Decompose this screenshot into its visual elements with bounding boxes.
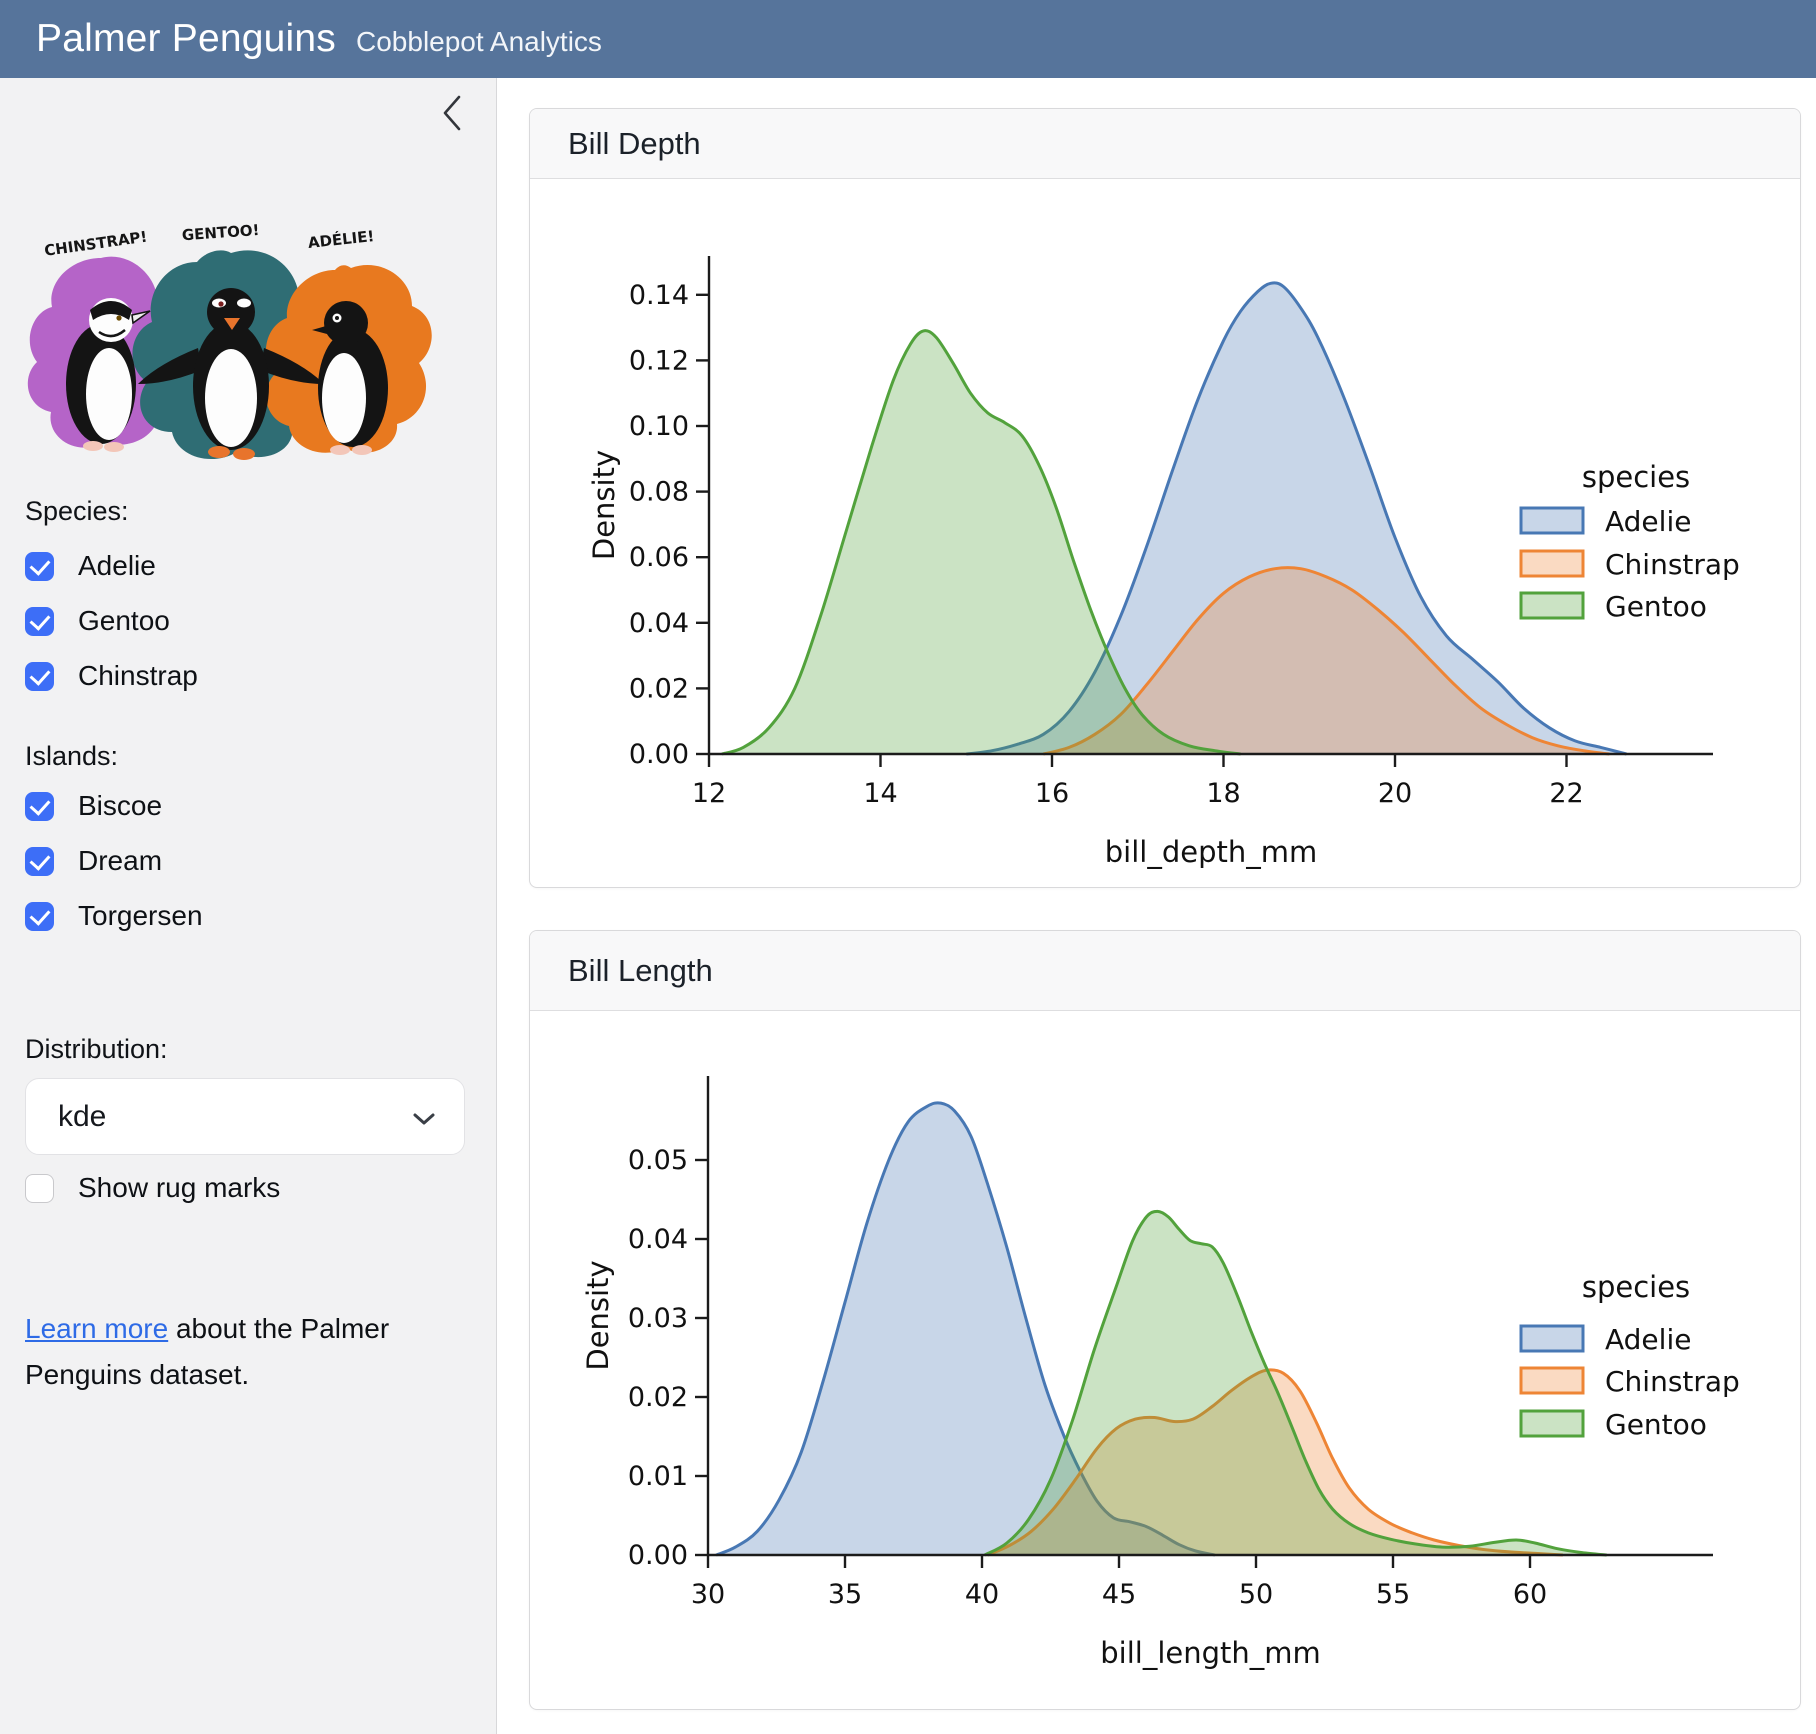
legend-title: species: [1582, 460, 1690, 494]
y-tick-label: 0.01: [628, 1461, 688, 1492]
chinstrap-checkbox[interactable]: [25, 662, 54, 691]
legend-swatch-adelie: [1521, 1326, 1583, 1351]
adelie-checkbox[interactable]: [25, 552, 54, 581]
gentoo-caption: GENTOO!: [181, 221, 260, 244]
legend-swatch-chinstrap: [1521, 1368, 1583, 1393]
legend-swatch-gentoo: [1521, 593, 1583, 618]
x-tick-label: 30: [691, 1579, 725, 1610]
bill-depth-plot: 12 14 16 18 20 22 0.00 0.02 0.04 0.06 0.08 0.10 0.12…: [530, 179, 1800, 888]
distribution-selected-value: kde: [58, 1100, 106, 1134]
bill-depth-card-header: Bill Depth: [530, 109, 1800, 179]
checkbox-row-chinstrap[interactable]: Chinstrap: [25, 660, 198, 692]
rug-marks-label: Show rug marks: [78, 1172, 280, 1204]
y-tick-label: 0.02: [628, 1382, 688, 1413]
sidebar: CHINSTRAP! GENTOO! ADÉLIE! Species: Adel…: [0, 78, 497, 1734]
y-tick-label: 0.08: [629, 477, 689, 508]
dream-checkbox[interactable]: [25, 847, 54, 876]
legend-label-chinstrap: Chinstrap: [1605, 548, 1740, 581]
x-tick-label: 22: [1549, 778, 1583, 809]
x-tick-label: 50: [1239, 1579, 1273, 1610]
legend-title: species: [1582, 1270, 1690, 1304]
legend-label-adelie: Adelie: [1605, 505, 1691, 538]
gentoo-checkbox-label: Gentoo: [78, 605, 170, 637]
x-tick-label: 45: [1102, 1579, 1136, 1610]
checkbox-row-biscoe[interactable]: Biscoe: [25, 790, 162, 822]
checkbox-row-torgersen[interactable]: Torgersen: [25, 900, 203, 932]
y-tick-label: 0.02: [629, 673, 689, 704]
x-tick-label: 60: [1513, 1579, 1547, 1610]
legend-label-gentoo: Gentoo: [1605, 1408, 1707, 1441]
bill_length_mm-svg: 30 35 40 45 50 55 60 0.00 0.01 0.02 0.03 0.04 0.05 bi…: [530, 1011, 1800, 1710]
y-tick-label: 0.10: [629, 411, 689, 442]
x-tick-label: 18: [1206, 778, 1240, 809]
y-tick-label: 0.04: [628, 1224, 688, 1255]
penguin-artwork: CHINSTRAP! GENTOO! ADÉLIE!: [16, 196, 446, 471]
x-tick-label: 16: [1035, 778, 1069, 809]
rug-marks-checkbox[interactable]: [25, 1174, 54, 1203]
rug-marks-row[interactable]: Show rug marks: [25, 1172, 280, 1204]
x-tick-label: 35: [828, 1579, 862, 1610]
y-tick-label: 0.05: [628, 1145, 688, 1176]
x-tick-label: 12: [692, 778, 726, 809]
gentoo-checkbox[interactable]: [25, 607, 54, 636]
bill-depth-card: Bill Depth 12 14 16 18 20 22 0.00 0.02 0.04 0.06 0…: [529, 108, 1801, 888]
y-tick-label: 0.00: [629, 739, 689, 770]
legend-label-adelie: Adelie: [1605, 1323, 1691, 1356]
biscoe-checkbox-label: Biscoe: [78, 790, 162, 822]
chevron-down-icon: [412, 1100, 436, 1134]
x-tick-label: 20: [1378, 778, 1412, 809]
bill-depth-card-title: Bill Depth: [568, 126, 701, 162]
legend-swatch-adelie: [1521, 508, 1583, 533]
distribution-section-label: Distribution:: [25, 1034, 168, 1065]
y-tick-label: 0.04: [629, 608, 689, 639]
y-tick-label: 0.12: [629, 345, 689, 376]
biscoe-checkbox[interactable]: [25, 792, 54, 821]
checkbox-row-dream[interactable]: Dream: [25, 845, 162, 877]
checkbox-row-adelie[interactable]: Adelie: [25, 550, 156, 582]
bill-length-card: Bill Length 30 35 40 45 50 55 60 0.00 0.01 0.02 0.…: [529, 930, 1801, 1710]
y-axis-label: Density: [581, 1260, 615, 1370]
legend-label-chinstrap: Chinstrap: [1605, 1365, 1740, 1398]
app-title: Palmer Penguins: [36, 17, 336, 61]
y-tick-label: 0.06: [629, 542, 689, 573]
sidebar-collapse-button[interactable]: [430, 92, 474, 136]
x-tick-label: 40: [965, 1579, 999, 1610]
chinstrap-caption: CHINSTRAP!: [43, 228, 148, 260]
adelie-caption: ADÉLIE!: [307, 226, 375, 252]
legend-label-gentoo: Gentoo: [1605, 590, 1707, 623]
y-tick-label: 0.00: [628, 1540, 688, 1571]
islands-section-label: Islands:: [25, 741, 118, 772]
learn-more-link[interactable]: Learn more: [25, 1313, 168, 1344]
y-tick-label: 0.14: [629, 280, 689, 311]
bill-length-plot: 30 35 40 45 50 55 60 0.00 0.01 0.02 0.03 0.04 0.05 bi…: [530, 1011, 1800, 1710]
x-axis-label: bill_length_mm: [1100, 1636, 1321, 1670]
species-section-label: Species:: [25, 496, 129, 527]
adelie-checkbox-label: Adelie: [78, 550, 156, 582]
bill-length-card-title: Bill Length: [568, 953, 713, 989]
dream-checkbox-label: Dream: [78, 845, 162, 877]
torgersen-checkbox-label: Torgersen: [78, 900, 203, 932]
distribution-select[interactable]: kde: [25, 1078, 465, 1155]
x-tick-label: 14: [863, 778, 897, 809]
y-axis-label: Density: [587, 450, 621, 560]
main-content: Bill Depth 12 14 16 18 20 22 0.00 0.02 0.04 0.06 0…: [497, 78, 1816, 1734]
bill_depth_mm-svg: 12 14 16 18 20 22 0.00 0.02 0.04 0.06 0.08 0.10 0.12…: [530, 179, 1800, 888]
chinstrap-checkbox-label: Chinstrap: [78, 660, 198, 692]
legend-swatch-gentoo: [1521, 1411, 1583, 1436]
torgersen-checkbox[interactable]: [25, 902, 54, 931]
checkbox-row-gentoo[interactable]: Gentoo: [25, 605, 170, 637]
bill-length-card-header: Bill Length: [530, 931, 1800, 1011]
learn-more-text: Learn more about the Palmer Penguins dat…: [25, 1306, 425, 1398]
legend-swatch-chinstrap: [1521, 551, 1583, 576]
x-tick-label: 55: [1376, 1579, 1410, 1610]
x-axis-label: bill_depth_mm: [1105, 835, 1318, 869]
app-subtitle: Cobblepot Analytics: [356, 26, 602, 58]
y-tick-label: 0.03: [628, 1303, 688, 1334]
app-header: Palmer Penguins Cobblepot Analytics: [0, 0, 1816, 78]
chevron-left-icon: [441, 93, 463, 136]
